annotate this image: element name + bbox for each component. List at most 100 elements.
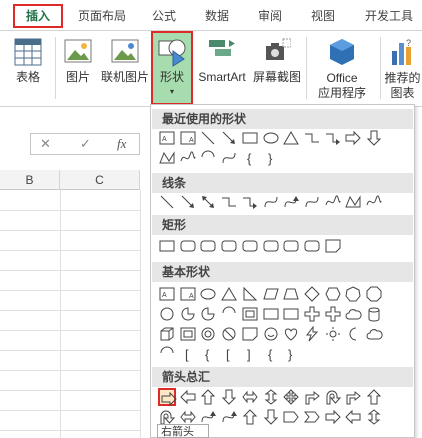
brace2-shape-icon[interactable]: } [262, 149, 280, 167]
hex-shape-icon[interactable] [324, 285, 342, 303]
line-shape-icon[interactable] [158, 193, 176, 211]
rrect-shape-icon[interactable] [179, 237, 197, 255]
arc-shape-icon[interactable] [158, 345, 176, 363]
bracket-shape-icon[interactable]: [ [220, 345, 238, 363]
tab-developer[interactable]: 开发工具 [358, 6, 420, 26]
right-shape-icon[interactable] [324, 408, 342, 426]
plus-shape-icon[interactable] [303, 305, 321, 323]
curvearr-shape-icon[interactable] [282, 193, 300, 211]
column-header-b[interactable]: B [0, 170, 60, 190]
bracket2-shape-icon[interactable]: ] [241, 345, 259, 363]
elbowarr-shape-icon[interactable] [324, 129, 342, 147]
cube-shape-icon[interactable] [158, 325, 176, 343]
elbow-shape-icon[interactable] [220, 193, 238, 211]
arrowline-shape-icon[interactable] [179, 193, 197, 211]
pentarr-shape-icon[interactable] [282, 408, 300, 426]
ud-shape-icon[interactable] [365, 408, 383, 426]
bracket-shape-icon[interactable]: [ [179, 345, 197, 363]
can-shape-icon[interactable] [365, 305, 383, 323]
curvearr-shape-icon[interactable] [220, 408, 238, 426]
chevron-shape-icon[interactable] [303, 408, 321, 426]
donut-shape-icon[interactable] [199, 325, 217, 343]
elbowarr-shape-icon[interactable] [241, 193, 259, 211]
frame-shape-icon[interactable] [179, 325, 197, 343]
quad-shape-icon[interactable] [282, 388, 300, 406]
tri-shape-icon[interactable] [282, 129, 300, 147]
rrect-shape-icon[interactable] [282, 237, 300, 255]
diam-shape-icon[interactable] [303, 285, 321, 303]
office-apps-button[interactable]: Office 应用程序 [310, 31, 374, 103]
brace-shape-icon[interactable]: { [199, 345, 217, 363]
rect-shape-icon[interactable] [241, 129, 259, 147]
tab-data[interactable]: 数据 [199, 6, 235, 26]
rrect-shape-icon[interactable] [262, 237, 280, 255]
tab-insert[interactable]: 插入 [13, 4, 63, 28]
online-picture-button[interactable]: 联机图片 [99, 31, 151, 103]
freeform-shape-icon[interactable] [158, 149, 176, 167]
plus-shape-icon[interactable] [324, 305, 342, 323]
scribble-shape-icon[interactable] [365, 193, 383, 211]
vtextbox-shape-icon[interactable]: A [179, 285, 197, 303]
rtri-shape-icon[interactable] [241, 285, 259, 303]
textbox-shape-icon[interactable]: A [158, 129, 176, 147]
fold-shape-icon[interactable] [324, 237, 342, 255]
down-shape-icon[interactable] [365, 129, 383, 147]
insert-function-button[interactable]: fx [117, 136, 126, 152]
cloud-shape-icon[interactable] [365, 325, 383, 343]
rrect-shape-icon[interactable] [220, 237, 238, 255]
down-shape-icon[interactable] [220, 388, 238, 406]
pie-shape-icon[interactable] [199, 305, 217, 323]
left-shape-icon[interactable] [344, 408, 362, 426]
ud-shape-icon[interactable] [262, 388, 280, 406]
uturn-shape-icon[interactable] [324, 388, 342, 406]
bent-shape-icon[interactable] [344, 388, 362, 406]
rrect-shape-icon[interactable] [199, 237, 217, 255]
fold-shape-icon[interactable] [241, 325, 259, 343]
tri-shape-icon[interactable] [220, 285, 238, 303]
rect-shape-icon[interactable] [262, 305, 280, 323]
frame-shape-icon[interactable] [241, 305, 259, 323]
right-shape-icon[interactable] [344, 129, 362, 147]
shapes-button[interactable]: 形状 ▾ [151, 31, 193, 105]
enter-button[interactable]: ✓ [80, 136, 91, 152]
tab-page-layout[interactable]: 页面布局 [70, 6, 134, 26]
rrect-shape-icon[interactable] [303, 237, 321, 255]
rect-shape-icon[interactable] [158, 237, 176, 255]
column-header-c[interactable]: C [60, 170, 140, 190]
cloud-shape-icon[interactable] [344, 305, 362, 323]
left-shape-icon[interactable] [179, 388, 197, 406]
cancel-button[interactable]: ✕ [40, 136, 51, 152]
curve-shape-icon[interactable] [220, 149, 238, 167]
arc-shape-icon[interactable] [220, 305, 238, 323]
circle-shape-icon[interactable] [158, 305, 176, 323]
arrowline-shape-icon[interactable] [220, 129, 238, 147]
heart-shape-icon[interactable] [282, 325, 300, 343]
trap-shape-icon[interactable] [282, 285, 300, 303]
up-shape-icon[interactable] [199, 388, 217, 406]
picture-button[interactable]: 图片 [60, 31, 96, 103]
freeform-shape-icon[interactable] [344, 193, 362, 211]
table-button[interactable]: 表格 [6, 31, 50, 103]
tab-formulas[interactable]: 公式 [146, 6, 182, 26]
brace2-shape-icon[interactable]: } [282, 345, 300, 363]
darrowline-shape-icon[interactable] [199, 193, 217, 211]
curve-shape-icon[interactable] [303, 193, 321, 211]
moon-shape-icon[interactable] [344, 325, 362, 343]
para-shape-icon[interactable] [262, 285, 280, 303]
line-shape-icon[interactable] [199, 129, 217, 147]
up-shape-icon[interactable] [365, 388, 383, 406]
screenshot-button[interactable]: 屏幕截图 [250, 31, 304, 103]
recommended-charts-button[interactable]: ? 推荐的 图表 [383, 31, 422, 103]
bent-shape-icon[interactable] [303, 388, 321, 406]
tab-review[interactable]: 审阅 [252, 6, 288, 26]
smile-shape-icon[interactable] [262, 325, 280, 343]
brace-shape-icon[interactable]: { [262, 345, 280, 363]
smartart-button[interactable]: SmartArt [194, 31, 250, 103]
scribble-shape-icon[interactable] [324, 193, 342, 211]
arc-shape-icon[interactable] [199, 149, 217, 167]
up-shape-icon[interactable] [241, 408, 259, 426]
right-shape-icon[interactable] [158, 388, 177, 407]
oct-shape-icon[interactable] [365, 285, 383, 303]
brace-shape-icon[interactable]: { [241, 149, 259, 167]
rrect-shape-icon[interactable] [241, 237, 259, 255]
